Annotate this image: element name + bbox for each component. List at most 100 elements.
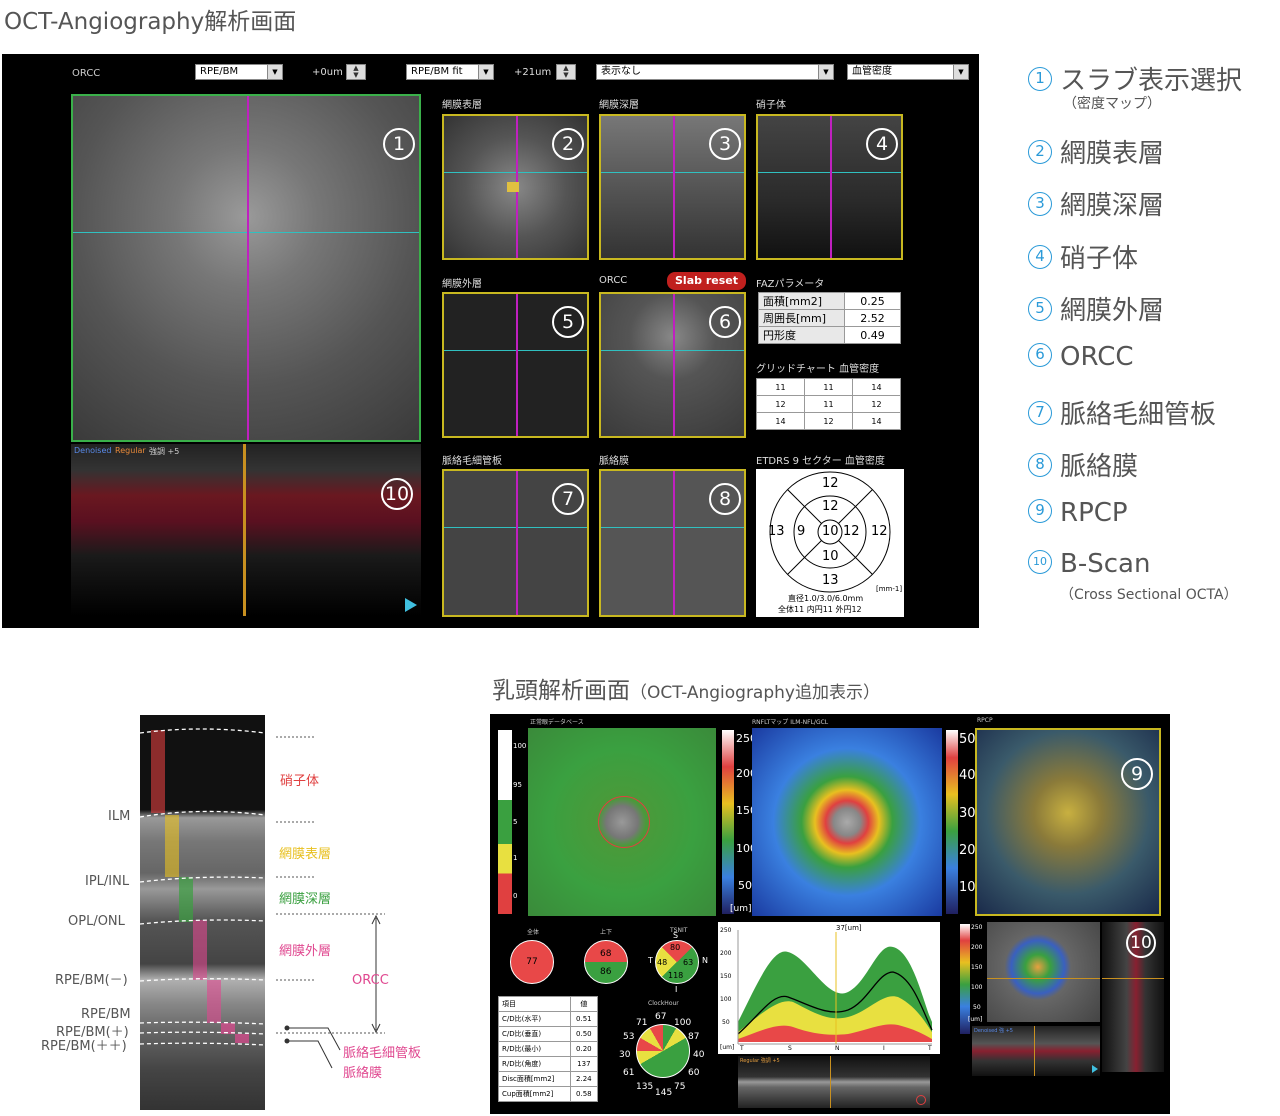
panel-vitreous[interactable]: 4 [756,114,903,260]
profile-title: 37[um] [836,924,862,932]
slab-lower-select[interactable]: RPE/BM fit ▼ [406,64,494,80]
octa-analysis-screen: ORCC RPE/BM ▼ +0um ▲ ▼ RPE/BM fit ▼ +21um ▲… [2,54,979,628]
legend-item: 10 B-Scan [1028,549,1150,579]
panel-choroid[interactable]: 8 [599,469,746,617]
panel-choriocapillaris[interactable]: 7 [442,469,589,617]
slab-reset-button[interactable]: Slab reset [667,272,746,290]
papilla-bscan[interactable]: Regular 強調 +5 [738,1056,930,1108]
label-superficial: 網膜表層 [279,847,332,862]
rnflt-colorbar [722,730,734,914]
profile-unit: [um] [720,1044,735,1051]
bscan-label-regular: Regular [115,446,146,455]
badge-2: 2 [552,128,584,160]
etdrs-footer1: 直径1.0/3.0/6.0mm [788,594,864,603]
panel-superficial[interactable]: 2 [442,114,589,260]
slab-upper-select[interactable]: RPE/BM ▼ [195,64,283,80]
label-p3: 網膜深層 [599,100,639,111]
rpcp-horizontal-bscan[interactable]: Denoised 強 +5 [972,1026,1100,1076]
scale1-100: 100 [513,742,527,750]
tsnit-dir-n: N [702,956,708,965]
label-ilm: ILM [108,809,131,824]
badge-5: 5 [552,306,584,338]
etdrs-outer-top: 12 [822,476,839,491]
bscan-label-denoised: Denoised [74,446,112,455]
offset1-value: +0um [312,67,343,78]
badge-4: 4 [866,128,898,160]
legend-item: 5 網膜外層 [1028,290,1164,327]
panel1-title: 正常眼データベース [530,719,584,726]
etdrs-chart: 12 12 10 10 13 13 9 12 12 [mm-1] 直径1.0/3… [756,469,904,617]
legend-item: 8 脈絡膜 [1028,446,1138,483]
normal-db-map[interactable] [528,728,716,916]
etdrs-title: ETDRS 9 セクター 血管密度 [756,456,885,467]
label-orcc: ORCC [352,973,389,988]
legend-sub: （Cross Sectional OCTA） [1060,587,1238,603]
chevron-down-icon: ▼ [478,65,493,79]
label-deep: 網膜深層 [279,892,332,907]
rnflt-map[interactable] [752,728,942,916]
clock-7: 135 [636,1082,654,1092]
badge-1: 1 [383,128,415,160]
clock-3: 40 [693,1050,705,1060]
grid-chart-title: グリッドチャート 血管密度 [756,364,880,375]
label-opl-onl: OPL/ONL [68,914,125,929]
scale3-20: 20 [959,843,976,858]
scale1-95: 95 [513,781,522,789]
play-icon[interactable] [1092,1065,1098,1073]
map-type-select[interactable]: 血管密度 ▼ [847,64,969,80]
rpcp-map[interactable]: 9 [975,728,1161,916]
play-icon[interactable] [405,598,417,612]
profile-y-250: 250 [720,927,732,934]
pie-total: 77 [510,940,554,984]
badge-10b: 10 [1126,928,1156,958]
etdrs-outer-right: 12 [871,524,888,539]
etdrs-outer-left: 13 [768,524,785,539]
etdrs-outer-bottom: 13 [822,573,839,588]
clock-10: 53 [623,1032,635,1042]
etdrs-center: 10 [822,524,839,539]
scale2-50: 50 [738,879,752,892]
offset1-stepper[interactable]: ▲ ▼ [346,64,366,80]
overlay-select[interactable]: 表示なし ▼ [596,64,834,80]
scale3-50: 50 [959,732,976,747]
panel-outer[interactable]: 5 [442,292,589,438]
clock-6: 145 [655,1088,673,1098]
label-p6: ORCC [599,275,628,286]
rpcp-vertical-bscan[interactable]: 10 [1102,922,1164,1072]
clock-8: 61 [623,1068,635,1078]
badge-6: 6 [709,306,741,338]
panel-deep[interactable]: 3 [599,114,746,260]
offset2-stepper[interactable]: ▲ ▼ [556,64,576,80]
rpcp-scale-250: 250 [971,924,983,931]
profile-x-t2: T [928,1045,932,1052]
etdrs-footer2: 全体11 内円11 外円12 [778,605,862,614]
clock-2: 87 [688,1032,700,1042]
panel2-title: RNFLTマップ ILM-NFL/GCL [752,719,829,726]
rpcp-small-map[interactable] [987,922,1100,1022]
label-rpebm-minus: RPE/BM(－) [55,973,128,988]
scale3-30: 30 [959,806,976,821]
scale3-40: 40 [959,768,976,783]
etdrs-unit: [mm-1] [876,585,903,593]
badge-3: 3 [709,128,741,160]
panel3-title: RPCP [977,717,993,724]
label-outer: 網膜外層 [279,944,332,959]
profile-y-150: 150 [720,973,732,980]
bscan-panel[interactable]: Denoised Regular 強調 +5 10 [71,444,421,616]
scale3-10: 10 [959,880,976,895]
slab-map-main[interactable]: 1 [71,94,421,442]
top-heading: OCT-Angiography解析画面 [4,9,297,35]
profile-y-100: 100 [720,996,732,1003]
label-rpebm-plusplus: RPE/BM(＋＋) [41,1039,127,1054]
chevron-down-icon: ▼ [953,65,968,79]
badge-7: 7 [552,483,584,515]
clock-5: 75 [674,1082,686,1092]
etdrs-inner-bottom: 10 [822,549,839,564]
tsnit-dir-i: I [675,985,678,994]
tsnit-dir-t: T [648,956,653,965]
label-rpebm: RPE/BM [81,1007,131,1022]
panel-orcc[interactable]: 6 [599,292,746,438]
clock-hour-pie [636,1024,690,1078]
papilla-analysis-screen: 正常眼データベース RNFLTマップ ILM-NFL/GCL RPCP 100 … [490,714,1170,1114]
rpcp-scale-200: 200 [971,944,983,951]
